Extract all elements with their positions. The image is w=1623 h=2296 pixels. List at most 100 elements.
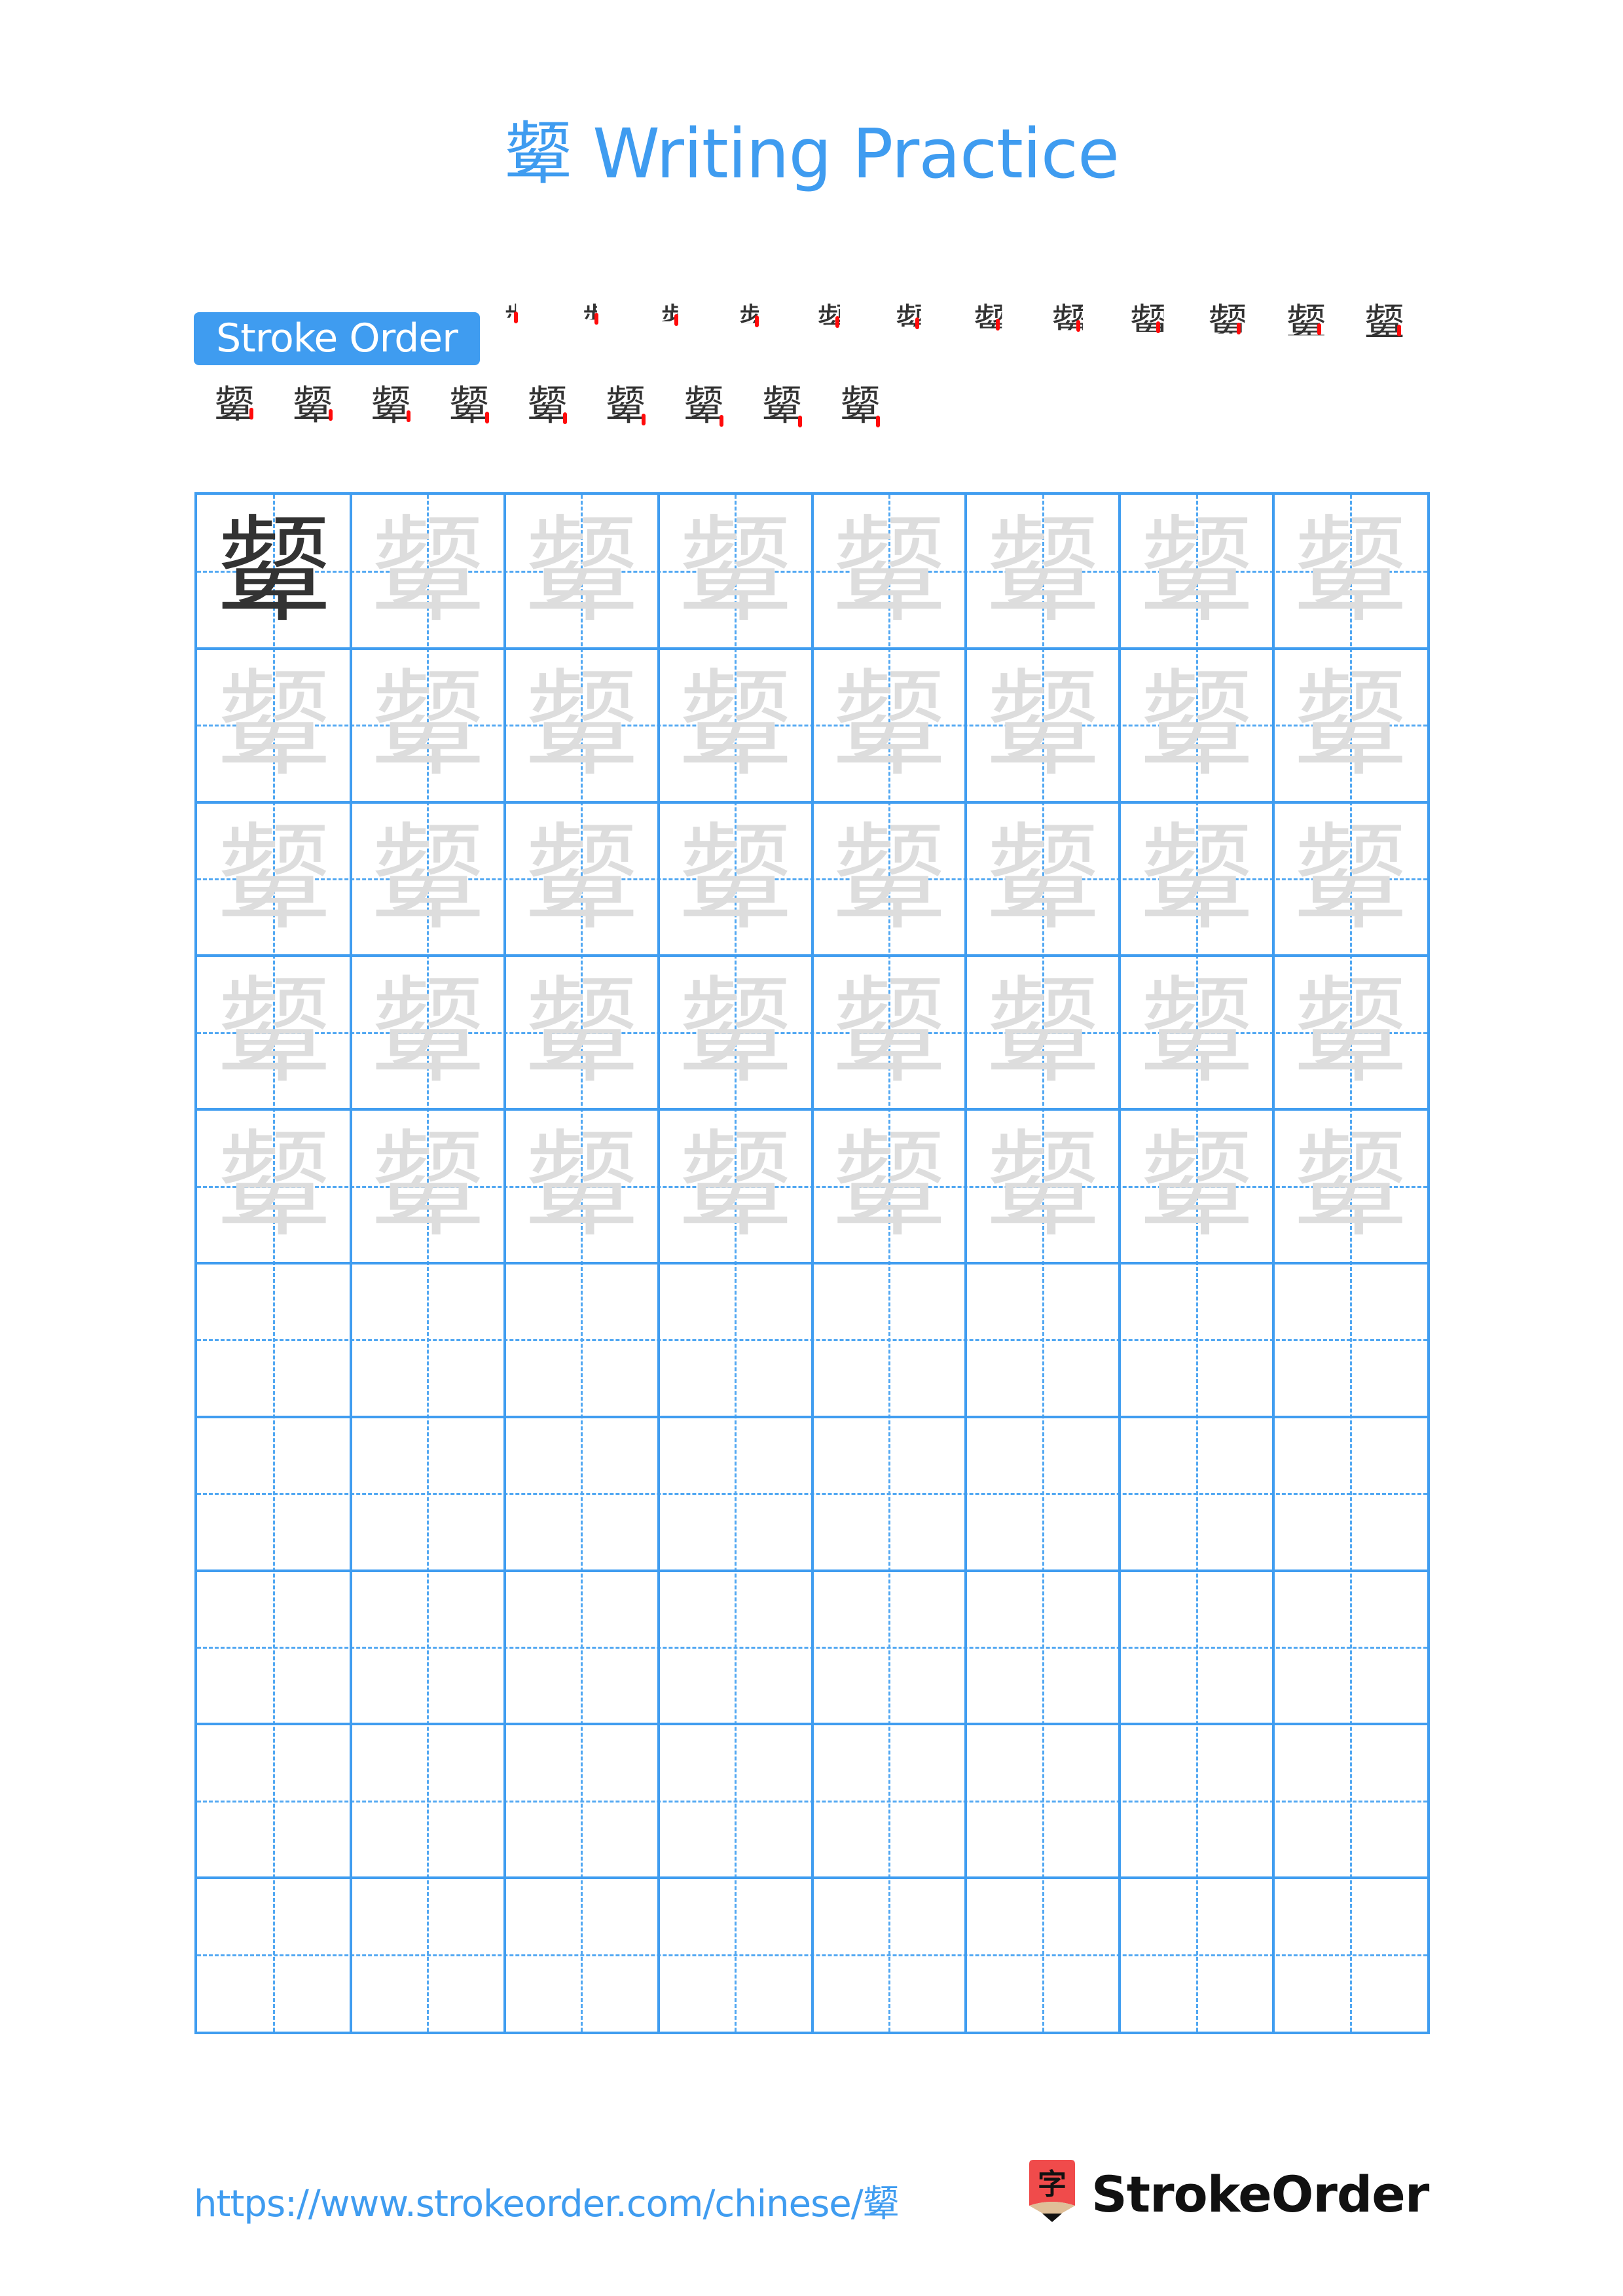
trace-character-cell[interactable]: 颦 [351,1109,505,1263]
empty-practice-cell[interactable] [505,1724,659,1878]
empty-practice-cell[interactable] [1120,1878,1273,2032]
trace-character-cell[interactable]: 颦 [505,802,659,956]
model-character-cell[interactable]: 颦 [197,495,351,649]
empty-practice-cell[interactable] [197,1724,351,1878]
current-stroke-highlight [514,312,519,324]
current-stroke-highlight [797,416,802,427]
trace-character-cell[interactable]: 颦 [1120,495,1273,649]
empty-practice-cell[interactable] [505,1417,659,1571]
empty-practice-cell[interactable] [197,1878,351,2032]
trace-character-cell[interactable]: 颦 [966,956,1120,1109]
empty-practice-cell[interactable] [1273,1724,1427,1878]
empty-practice-cell[interactable] [1120,1263,1273,1417]
empty-practice-cell[interactable] [659,1417,812,1571]
empty-practice-cell[interactable] [1273,1878,1427,2032]
empty-practice-cell[interactable] [659,1263,812,1417]
trace-character-cell[interactable]: 颦 [351,649,505,802]
strokeorder-logo[interactable]: 字 StrokeOrder [1029,2160,1435,2225]
trace-character-cell[interactable]: 颦 [1120,802,1273,956]
empty-practice-cell[interactable] [966,1878,1120,2032]
empty-practice-cell[interactable] [197,1417,351,1571]
empty-practice-cell[interactable] [505,1878,659,2032]
empty-practice-cell[interactable] [505,1263,659,1417]
trace-character-cell[interactable]: 颦 [812,956,966,1109]
trace-character-cell[interactable]: 颦 [812,1109,966,1263]
trace-character-cell[interactable]: 颦 [966,802,1120,956]
trace-character-cell[interactable]: 颦 [659,802,812,956]
trace-character-cell[interactable]: 颦 [1120,649,1273,802]
current-stroke-highlight [835,316,839,329]
trace-character-cell[interactable]: 颦 [505,1109,659,1263]
current-stroke-highlight [328,408,333,421]
stroke-order-label: Stroke Order [194,312,480,365]
trace-character-cell[interactable]: 颦 [197,649,351,802]
empty-practice-cell[interactable] [966,1263,1120,1417]
trace-character-cell[interactable]: 颦 [351,956,505,1109]
trace-character-cell[interactable]: 颦 [1273,956,1427,1109]
stroke-step-18: 颦 [600,380,652,432]
stroke-step-19: 颦 [678,380,730,432]
empty-practice-cell[interactable] [197,1571,351,1725]
empty-practice-cell[interactable] [659,1571,812,1725]
empty-practice-cell[interactable] [1273,1571,1427,1725]
trace-character-cell[interactable]: 颦 [197,956,351,1109]
trace-character-cell[interactable]: 颦 [1120,1109,1273,1263]
empty-practice-cell[interactable] [351,1724,505,1878]
brand-name: StrokeOrder [1091,2165,1429,2223]
page-title: 颦 Writing Practice [504,114,1120,194]
empty-practice-cell[interactable] [351,1878,505,2032]
trace-character-cell[interactable]: 颦 [197,1109,351,1263]
stroke-step-glyph: 颦 [448,382,490,429]
trace-character-cell[interactable]: 颦 [1273,649,1427,802]
trace-character-cell[interactable]: 颦 [197,802,351,956]
empty-practice-cell[interactable] [351,1571,505,1725]
source-url-link[interactable]: https://www.strokeorder.com/chinese/颦 [194,2178,900,2231]
trace-character-cell[interactable]: 颦 [659,649,812,802]
empty-practice-cell[interactable] [966,1417,1120,1571]
empty-practice-cell[interactable] [1273,1417,1427,1571]
empty-practice-cell[interactable] [966,1571,1120,1725]
trace-character-cell[interactable]: 颦 [966,1109,1120,1263]
empty-practice-cell[interactable] [1120,1724,1273,1878]
trace-character-cell[interactable]: 颦 [966,649,1120,802]
empty-practice-cell[interactable] [812,1417,966,1571]
trace-character-cell[interactable]: 颦 [1120,956,1273,1109]
trace-character-cell[interactable]: 颦 [966,495,1120,649]
stroke-step-glyph: 颦 [370,382,411,429]
empty-practice-cell[interactable] [351,1417,505,1571]
empty-practice-cell[interactable] [812,1878,966,2032]
trace-character-cell[interactable]: 颦 [351,495,505,649]
stroke-step-glyph: 颦 [1285,300,1326,348]
empty-practice-cell[interactable] [1273,1263,1427,1417]
current-stroke-highlight [641,414,646,426]
trace-character-cell[interactable]: 颦 [505,956,659,1109]
empty-practice-cell[interactable] [1120,1571,1273,1725]
trace-character-cell[interactable]: 颦 [1273,802,1427,956]
empty-practice-cell[interactable] [966,1724,1120,1878]
trace-character-cell[interactable]: 颦 [351,802,505,956]
empty-practice-cell[interactable] [505,1571,659,1725]
stroke-step-12: 颦 [1359,298,1411,350]
empty-practice-cell[interactable] [659,1878,812,2032]
trace-character-cell[interactable]: 颦 [812,495,966,649]
empty-practice-cell[interactable] [659,1724,812,1878]
empty-practice-cell[interactable] [197,1263,351,1417]
current-stroke-highlight [876,416,880,427]
empty-practice-cell[interactable] [1120,1417,1273,1571]
trace-character-cell[interactable]: 颦 [659,1109,812,1263]
stroke-step-11: 颦 [1280,298,1332,350]
trace-character-cell[interactable]: 颦 [812,802,966,956]
stroke-step-2: 颦 [576,298,629,350]
trace-character-cell[interactable]: 颦 [812,649,966,802]
empty-practice-cell[interactable] [812,1724,966,1878]
empty-practice-cell[interactable] [812,1263,966,1417]
trace-character-cell[interactable]: 颦 [505,495,659,649]
trace-character-cell[interactable]: 颦 [659,495,812,649]
trace-character-cell[interactable]: 颦 [1273,1109,1427,1263]
empty-practice-cell[interactable] [351,1263,505,1417]
stroke-step-5: 颦 [811,298,863,350]
trace-character-cell[interactable]: 颦 [505,649,659,802]
trace-character-cell[interactable]: 颦 [1273,495,1427,649]
trace-character-cell[interactable]: 颦 [659,956,812,1109]
empty-practice-cell[interactable] [812,1571,966,1725]
